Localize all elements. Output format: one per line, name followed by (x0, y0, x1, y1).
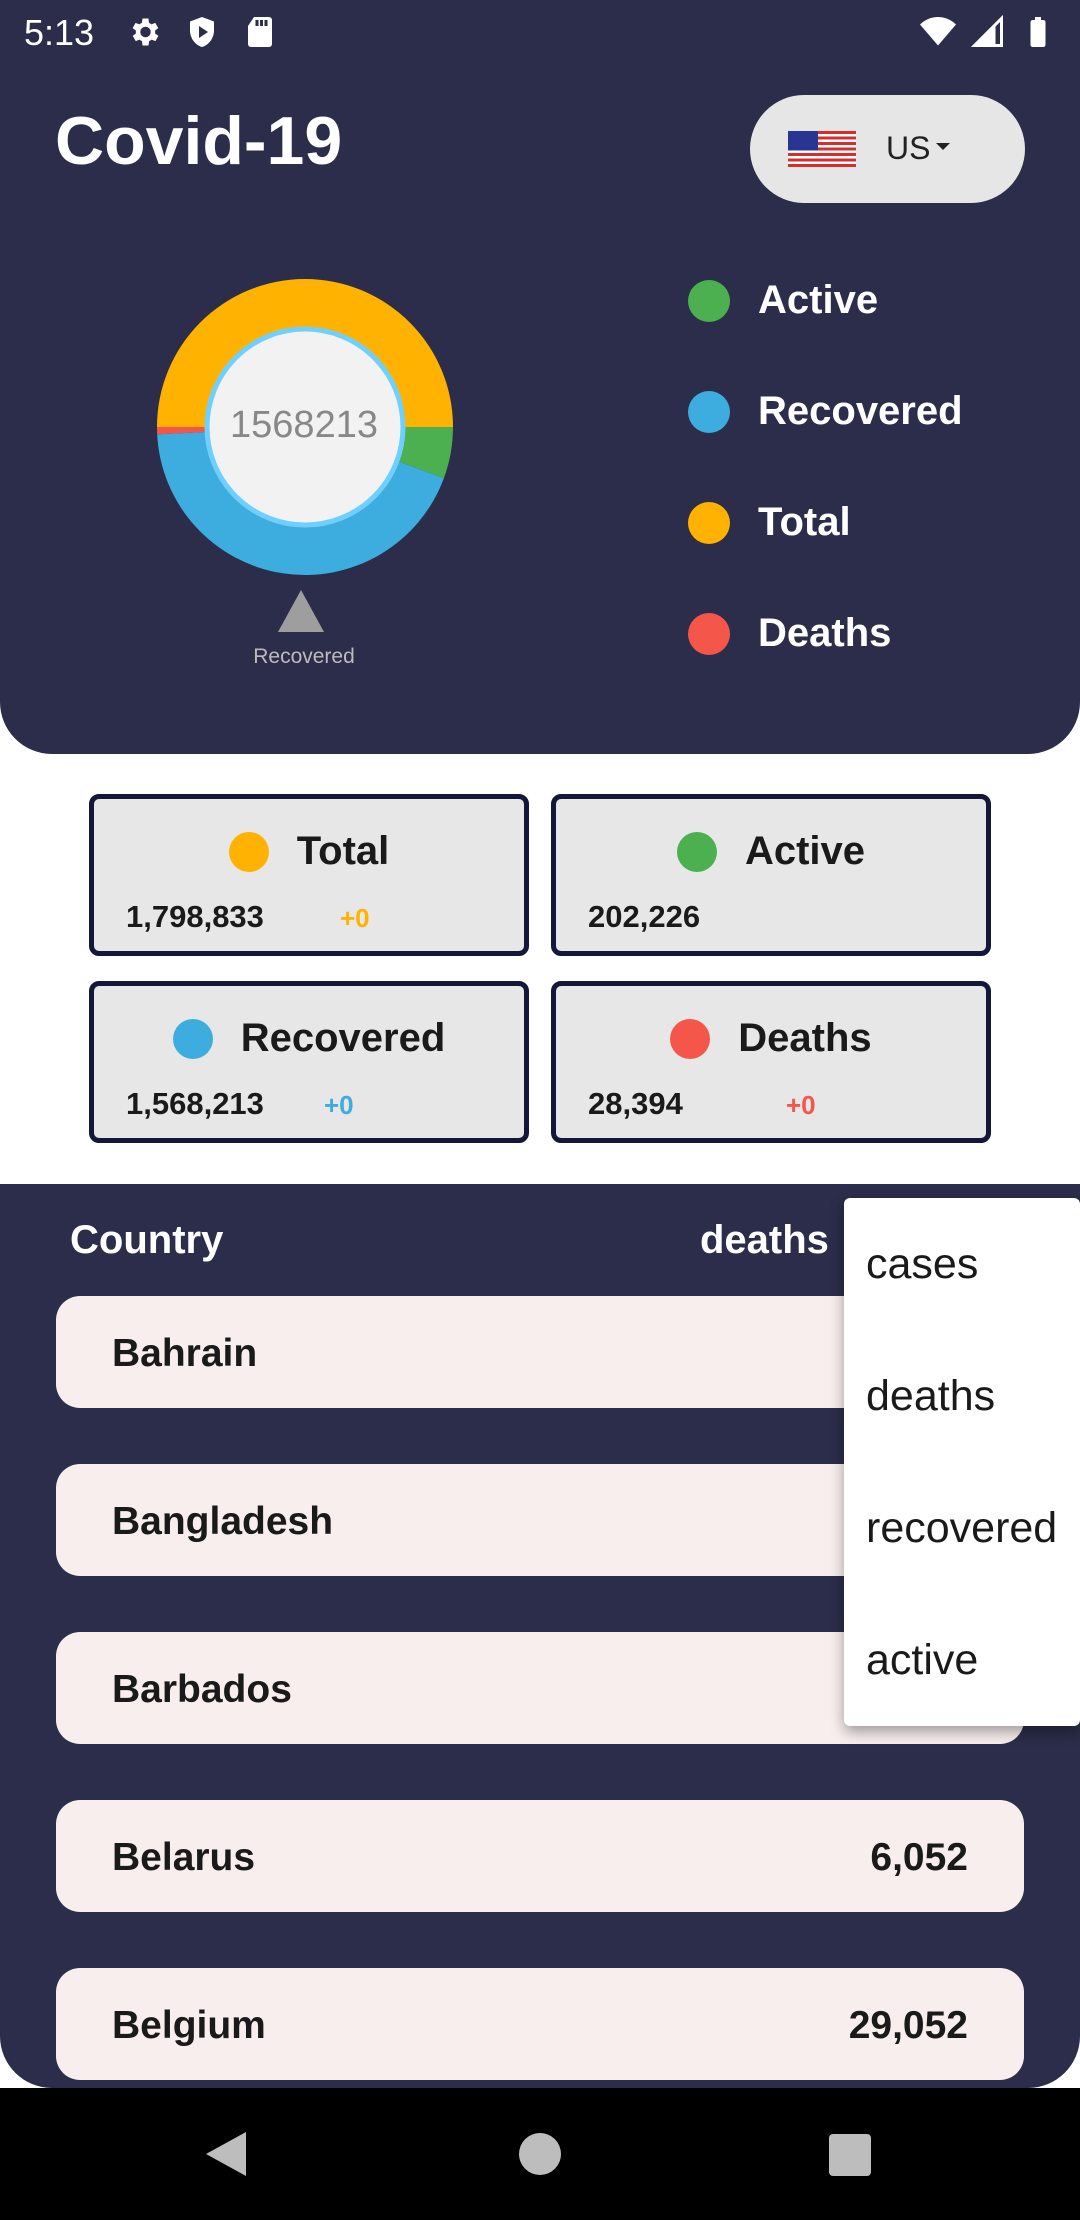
legend-item-total: Total (688, 500, 1048, 545)
card-title: Recovered (240, 1016, 446, 1060)
card-value: 1,568,213 (126, 1086, 264, 1121)
country-selector[interactable]: US (750, 95, 1025, 203)
legend-label: Active (758, 278, 879, 322)
menu-item-deaths[interactable]: deaths (866, 1372, 995, 1421)
us-flag-icon (788, 131, 856, 167)
metric-sort-dropdown[interactable]: deaths (700, 1218, 829, 1263)
row-country: Barbados (112, 1668, 292, 1711)
menu-item-active[interactable]: active (866, 1636, 978, 1685)
metric-dropdown-menu: cases deaths recovered active (844, 1198, 1080, 1726)
card-title: Active (744, 829, 866, 873)
gear-icon (132, 18, 159, 46)
card-delta: +0 (786, 1090, 816, 1120)
legend-dot (688, 390, 730, 433)
card-delta: +0 (340, 903, 370, 933)
card-value: 202,226 (588, 899, 701, 934)
status-time: 5:13 (24, 12, 95, 53)
legend-dot (688, 612, 730, 655)
app-title: Covid-19 (55, 103, 343, 179)
recovered-dot (172, 1018, 213, 1059)
stat-card-deaths: Deaths 28,394 +0 (551, 981, 991, 1143)
app-screen: 5:13 Covid-19 US 1568213 Recovered Activ… (0, 0, 1080, 2220)
menu-item-recovered[interactable]: recovered (866, 1504, 1057, 1553)
card-title: Deaths (738, 1016, 872, 1060)
card-title: Total (296, 829, 390, 873)
legend-dot (688, 501, 730, 544)
back-icon[interactable] (206, 2132, 246, 2176)
selection-pointer-icon (278, 590, 324, 632)
legend-label: Deaths (758, 611, 892, 655)
battery-icon (1030, 17, 1046, 47)
row-country: Bahrain (112, 1332, 258, 1375)
card-delta: +0 (324, 1090, 354, 1120)
recents-icon[interactable] (829, 2134, 871, 2176)
menu-item-cases[interactable]: cases (866, 1240, 978, 1289)
legend-item-active: Active (688, 278, 1048, 323)
sd-card-icon (248, 17, 272, 47)
card-value: 28,394 (588, 1086, 683, 1121)
row-value: 29,052 (848, 2004, 968, 2047)
shield-icon (190, 17, 214, 47)
legend-label: Total (758, 500, 851, 544)
legend-label: Recovered (758, 389, 963, 433)
donut-selected-label: Recovered (253, 645, 355, 668)
table-row[interactable]: Belarus 6,052 (56, 1800, 1024, 1912)
table-row[interactable]: Belgium 29,052 (56, 1968, 1024, 2080)
chevron-down-icon (936, 143, 950, 150)
total-dot (228, 831, 269, 872)
legend-item-deaths: Deaths (688, 611, 1048, 656)
stat-card-recovered: Recovered 1,568,213 +0 (89, 981, 529, 1143)
row-country: Belgium (112, 2004, 266, 2047)
row-country: Bangladesh (112, 1500, 334, 1543)
row-value: 6,052 (870, 1836, 968, 1879)
country-code: US (886, 130, 931, 166)
header-panel: 5:13 Covid-19 US 1568213 Recovered Activ… (0, 0, 1080, 754)
donut-center-value: 1568213 (230, 404, 378, 446)
system-nav-bar (0, 2088, 1080, 2220)
stat-card-active: Active 202,226 (551, 794, 991, 956)
wifi-icon (920, 17, 956, 46)
column-header-country: Country (70, 1218, 224, 1262)
row-country: Belarus (112, 1836, 256, 1879)
card-value: 1,798,833 (126, 899, 264, 934)
legend-item-recovered: Recovered (688, 389, 1048, 434)
signal-icon (970, 14, 1003, 47)
deaths-dot (670, 1018, 711, 1059)
active-dot (676, 831, 717, 872)
home-icon[interactable] (519, 2133, 561, 2175)
legend-dot (688, 279, 730, 322)
stat-card-total: Total 1,798,833 +0 (89, 794, 529, 956)
status-bar: 5:13 (0, 0, 1080, 66)
